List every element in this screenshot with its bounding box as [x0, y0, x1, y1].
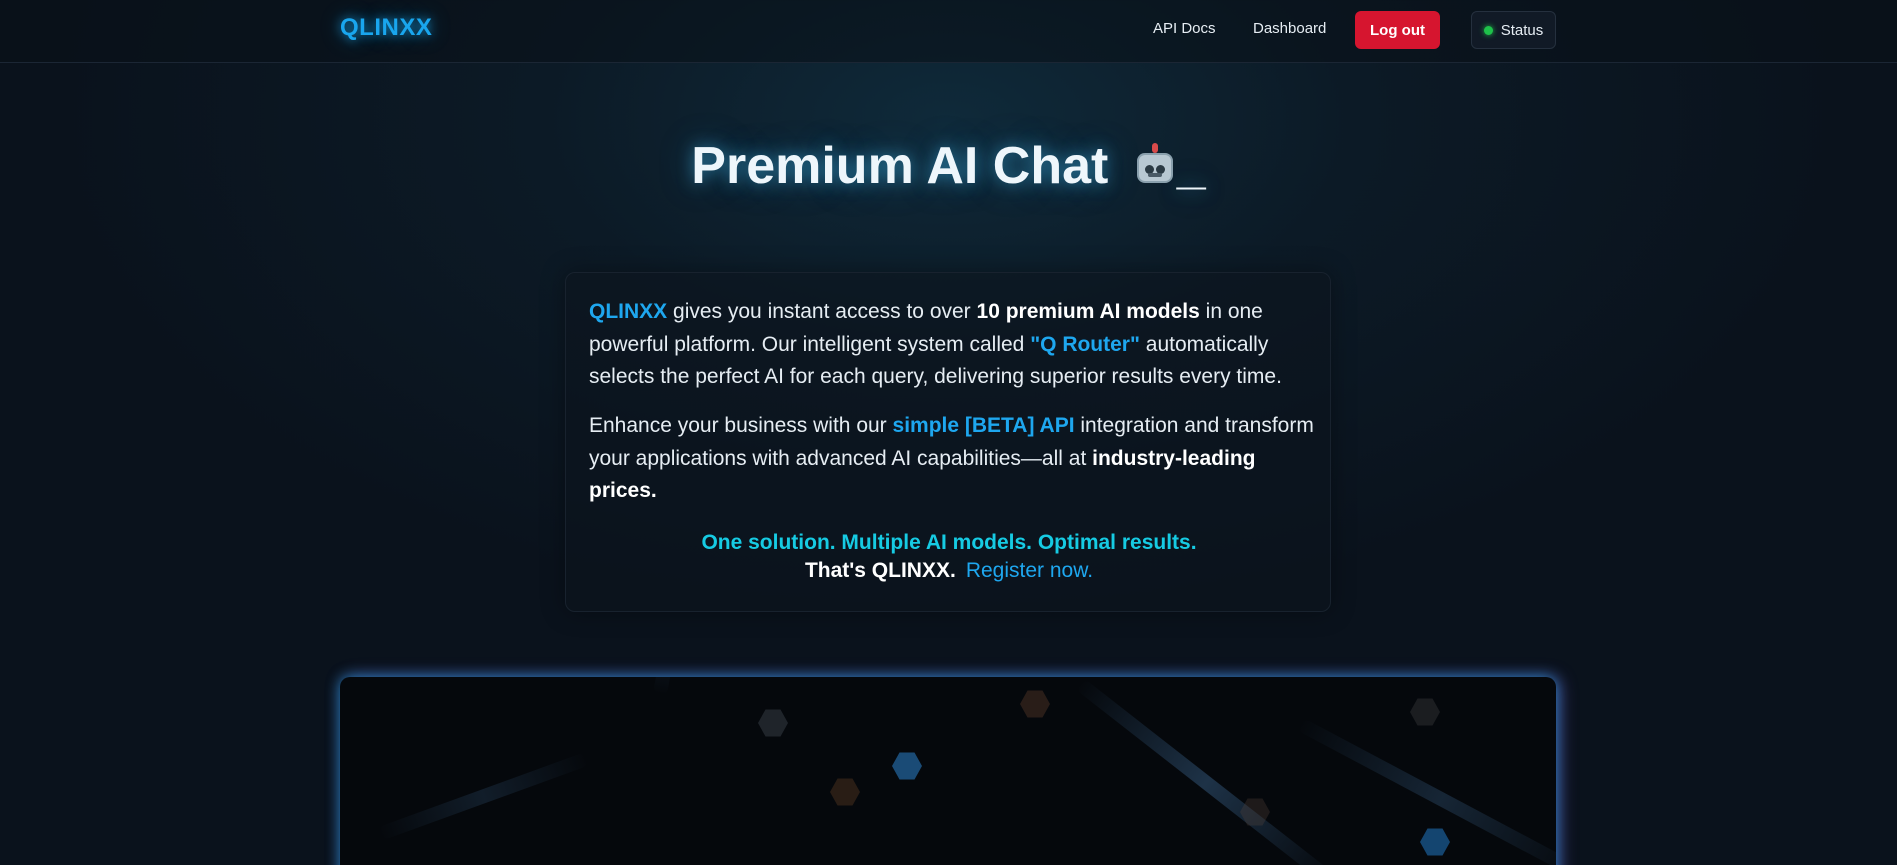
decor-hex	[1420, 828, 1450, 856]
title-cursor: _	[1176, 137, 1206, 195]
intro-text: gives you instant access to over	[667, 300, 977, 323]
background-beam	[1075, 678, 1337, 865]
background-beam	[377, 752, 590, 841]
hero-title: Premium AI Chat _	[0, 136, 1897, 196]
logout-button[interactable]: Log out	[1355, 11, 1440, 49]
nav-dashboard-link[interactable]: Dashboard	[1253, 20, 1326, 37]
api-text: .	[650, 479, 657, 502]
site-logo[interactable]: QLINXX	[340, 14, 432, 42]
decor-hex	[1410, 698, 1440, 726]
status-label: Status	[1500, 21, 1544, 39]
router-highlight: "Q Router"	[1030, 332, 1140, 356]
brand-highlight: QLINXX	[589, 300, 668, 323]
intro-paragraph: QLINXX gives you instant access to over …	[589, 296, 1314, 394]
tagline-brand: That's QLINXX. Register now.	[566, 559, 1332, 583]
background-beam	[653, 677, 713, 696]
hero-media-panel	[340, 677, 1556, 865]
api-text: Enhance your business with our	[589, 414, 893, 437]
tagline-brand-text: That's QLINXX.	[804, 559, 956, 582]
decor-hex	[830, 778, 860, 806]
api-highlight: simple [BETA] API	[892, 414, 1075, 437]
status-button[interactable]: Status	[1471, 11, 1556, 49]
nav-api-docs-link[interactable]: API Docs	[1153, 20, 1216, 37]
register-link[interactable]: Register now.	[966, 559, 1093, 582]
robot-icon	[1133, 143, 1177, 187]
decor-hex	[892, 752, 922, 780]
api-paragraph: Enhance your business with our simple [B…	[589, 410, 1314, 508]
models-highlight: 10 premium AI models	[976, 300, 1200, 323]
status-dot-icon	[1483, 25, 1493, 35]
tagline: One solution. Multiple AI models. Optima…	[701, 531, 1197, 554]
top-navbar: QLINXX API Docs Dashboard Log out Status	[0, 0, 1897, 63]
intro-card: QLINXX gives you instant access to over …	[565, 272, 1331, 612]
hero-title-text: Premium AI Chat	[691, 137, 1109, 195]
decor-hex	[758, 709, 788, 737]
decor-hex	[1020, 690, 1050, 718]
